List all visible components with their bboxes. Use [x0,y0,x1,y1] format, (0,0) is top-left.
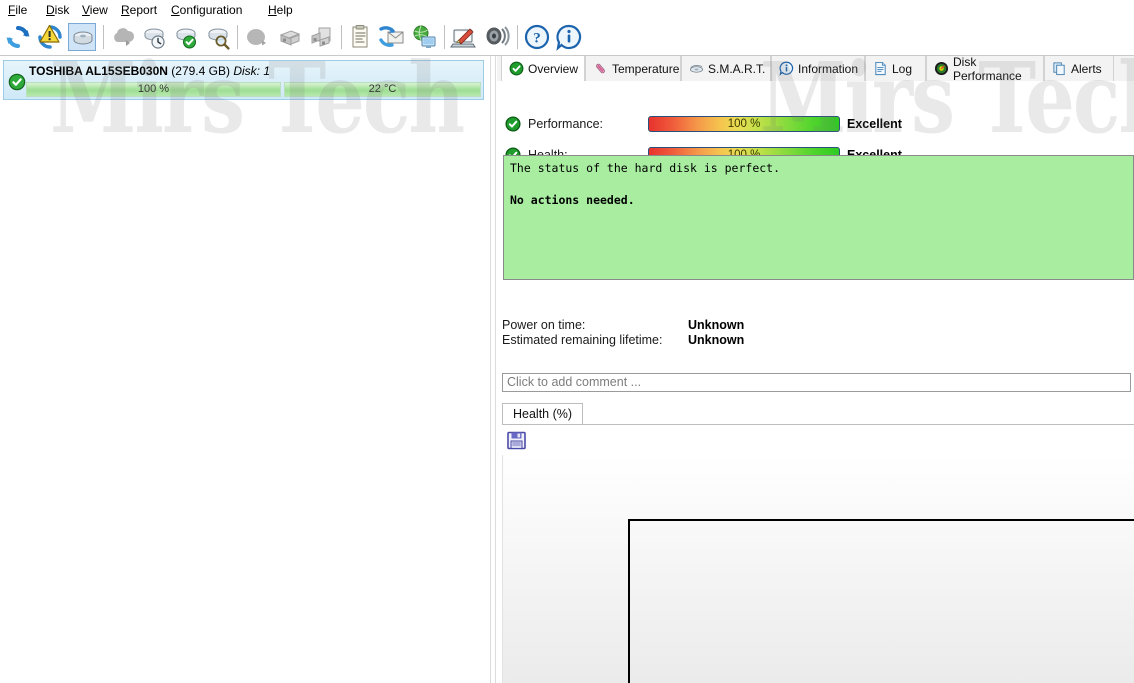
disk-cloud-icon[interactable] [109,23,137,51]
gauge-icon [934,61,949,76]
health-chart[interactable] [502,455,1134,683]
disk-clock-icon[interactable] [141,23,169,51]
tab-disk-performance[interactable]: Disk Performance [926,54,1044,83]
gray-circle-icon [243,23,271,51]
tab-overview[interactable]: Overview [501,56,585,82]
tab-information-label: Information [798,61,859,76]
disk-ok-icon[interactable] [173,23,201,51]
chart-plot-area [628,519,1134,683]
toolbar-separator-3 [341,25,342,49]
chart-tab-underline [502,424,1134,425]
disk-temperature-value: 22 °C [368,83,397,95]
panel-splitter[interactable] [489,56,497,683]
gray-drive-icon [275,23,303,51]
info-icon [779,61,794,76]
remaining-lifetime-label: Estimated remaining lifetime: [502,333,663,347]
send-mail-icon[interactable] [378,23,406,51]
menu-item-file[interactable]: File [5,2,30,18]
comment-input[interactable]: Click to add comment ... [502,373,1131,392]
tab-temperature-label: Temperature [612,61,680,76]
alert-sound-icon[interactable] [482,23,510,51]
tab-alerts[interactable]: Alerts [1044,56,1114,81]
save-icon[interactable] [506,430,527,451]
gray-backup-icon [307,23,335,51]
performance-label: Performance: [528,117,604,131]
splitter-line-left [490,56,491,683]
toolbar-separator-2 [237,25,238,49]
remaining-lifetime-value: Unknown [688,333,745,347]
tab-temperature[interactable]: Temperature [585,56,681,81]
help-icon[interactable]: ? [523,23,551,51]
tab-overview-label: Overview [528,61,579,76]
tab-log-label: Log [892,61,913,76]
chart-toolbar [503,429,1133,453]
disk-temperature-bar: 22 °C [284,82,481,97]
menu-item-disk[interactable]: Disk [43,2,72,18]
report-icon[interactable] [346,23,374,51]
tab-disk-performance-label: Disk Performance [953,54,1022,83]
smart-chip-icon [689,61,704,76]
performance-row: Performance: 100 % Excellent [505,114,902,134]
application-window: File Disk View Report Configuration Help [0,0,1134,683]
green-check-icon [8,73,26,91]
chart-tab-health[interactable]: Health (%) [502,403,584,425]
menu-bar: File Disk View Report Configuration Help [0,0,1134,20]
menu-item-view[interactable]: View [79,2,111,18]
toolbar-separator-1 [103,25,104,49]
performance-gauge: 100 % [648,116,840,132]
disk-item-bars: 100 % 22 °C [26,82,481,97]
thermometer-icon [593,61,608,76]
detail-panel: Overview Temperature S.M.A.R.T. Informat… [497,54,1134,683]
disk-health-bar: 100 % [26,82,281,97]
svg-text:?: ? [533,31,541,47]
tab-information[interactable]: Information [771,56,865,81]
configure-display-icon[interactable] [450,23,478,51]
disk-capacity: (279.4 GB) [171,64,230,78]
disk-list-empty-area [0,156,487,683]
tab-log[interactable]: Log [865,56,926,81]
performance-rating: Excellent [847,117,902,131]
disk-list-panel: TOSHIBA AL15SEB030N (279.4 GB) Disk: 1 1… [0,56,490,683]
menu-item-configuration[interactable]: Configuration [168,2,245,18]
performance-percent: 100 % [727,118,761,130]
status-message-box: The status of the hard disk is perfect. … [503,155,1134,280]
tab-smart[interactable]: S.M.A.R.T. [681,56,771,81]
menu-item-help[interactable]: Help [265,2,296,18]
toolbar: ? [0,19,1134,56]
toolbar-separator-4 [444,25,445,49]
about-icon[interactable] [555,23,583,51]
log-document-icon [873,61,888,76]
green-check-icon [505,116,521,132]
warning-refresh-icon[interactable] [36,23,64,51]
tab-strip: Overview Temperature S.M.A.R.T. Informat… [497,54,1134,83]
refresh-icon[interactable] [4,23,32,51]
disk-search-icon[interactable] [205,23,233,51]
disk-number: Disk: 1 [233,64,271,78]
splitter-line-right [495,56,496,683]
disk-model: TOSHIBA AL15SEB030N [29,64,168,78]
tab-alerts-label: Alerts [1071,61,1102,76]
network-icon[interactable] [410,23,438,51]
toolbar-separator-5 [517,25,518,49]
menu-item-report[interactable]: Report [118,2,160,18]
tab-smart-label: S.M.A.R.T. [708,61,766,76]
disk-health-value: 100 % [137,83,170,95]
copy-pages-icon [1052,61,1067,76]
power-on-time-label: Power on time: [502,318,586,332]
chart-tab-strip: Health (%) [502,403,1134,425]
status-line-1: The status of the hard disk is perfect. [510,161,781,175]
status-line-2: No actions needed. [510,193,635,207]
disk-details-icon[interactable] [68,23,96,51]
disk-item-title: TOSHIBA AL15SEB030N (279.4 GB) Disk: 1 [29,64,270,78]
disk-list-item[interactable]: TOSHIBA AL15SEB030N (279.4 GB) Disk: 1 1… [3,60,484,100]
power-on-time-value: Unknown [688,318,745,332]
green-check-icon [509,61,524,76]
